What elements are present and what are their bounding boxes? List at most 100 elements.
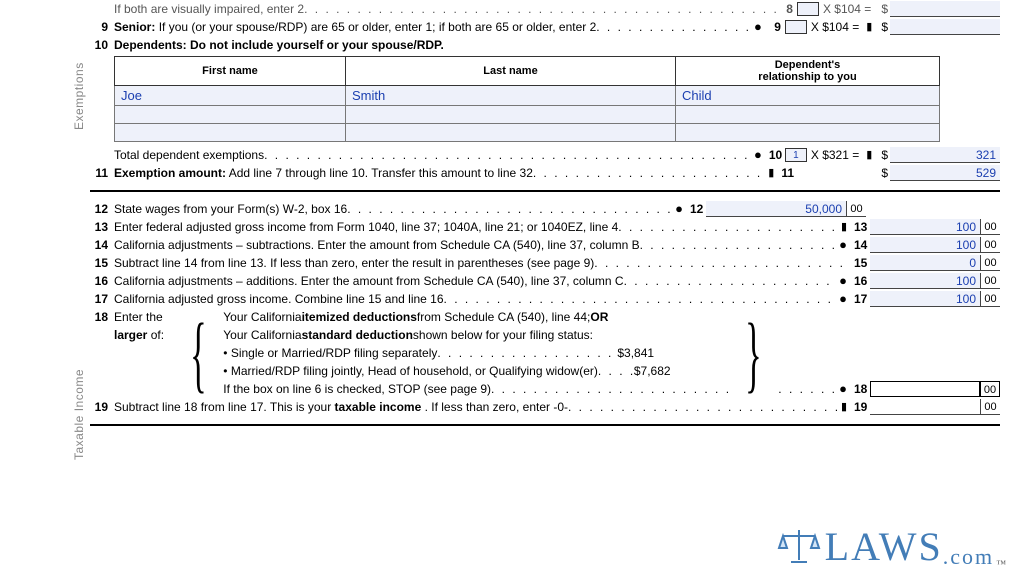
- dots: [596, 18, 751, 36]
- line-10-count-input[interactable]: 1: [785, 148, 807, 162]
- dots: [304, 0, 777, 18]
- dots: [594, 254, 850, 272]
- dollar-sign: $: [875, 18, 890, 36]
- dots: [347, 200, 672, 218]
- line-11-label: Exemption amount:: [114, 166, 226, 180]
- dep-rel-1[interactable]: [676, 106, 940, 124]
- line-9-text: If you (or your spouse/RDP) are 65 or ol…: [159, 20, 597, 34]
- line-13-repeat: 13: [850, 218, 870, 236]
- line-18-left: Enter the larger of:: [114, 308, 176, 344]
- line-8-num: 8: [777, 0, 797, 18]
- line-18-c-text: • Single or Married/RDP filing separatel…: [223, 344, 437, 362]
- watermark-text: LAWS: [825, 523, 943, 570]
- line-16-text: California adjustments – additions. Ente…: [114, 272, 624, 290]
- line-16: 16 California adjustments – additions. E…: [90, 272, 1000, 290]
- scale-icon: [777, 526, 821, 566]
- line-18-cents[interactable]: 00: [980, 381, 1000, 397]
- line-10: 10 Dependents: Do not include yourself o…: [90, 36, 1000, 54]
- line-17: 17 California adjusted gross income. Com…: [90, 290, 1000, 308]
- line-19-cents[interactable]: 00: [980, 399, 1000, 415]
- line-10-amount[interactable]: 321: [890, 147, 1000, 163]
- line-15-repeat: 15: [850, 254, 870, 272]
- bullet-icon: ●: [836, 380, 850, 398]
- section-divider: [90, 424, 1000, 426]
- dep-last-1[interactable]: [346, 106, 676, 124]
- dollar-sign: $: [875, 146, 890, 164]
- line-18-left1: Enter the: [114, 308, 176, 326]
- dep-last-0[interactable]: Smith: [346, 86, 676, 106]
- line-14-amount[interactable]: 100: [870, 237, 980, 253]
- stop-icon: ▮: [765, 164, 777, 182]
- line-18-b-post: shown below for your filing status:: [413, 326, 593, 344]
- line-9-count-input[interactable]: [785, 20, 807, 34]
- line-12-cents[interactable]: 00: [846, 201, 866, 217]
- line-8-count-input[interactable]: [797, 2, 819, 16]
- line-12-repeat: 12: [686, 200, 706, 218]
- line-18-repeat: 18: [850, 380, 870, 398]
- line-17-repeat: 17: [850, 290, 870, 308]
- line-14-cents[interactable]: 00: [980, 237, 1000, 253]
- line-10-mult: X $321 =: [807, 146, 863, 164]
- line-18-num: 18: [90, 308, 114, 326]
- line-15-text: Subtract line 14 from line 13. If less t…: [114, 254, 594, 272]
- line-18-d-text: • Married/RDP filing jointly, Head of ho…: [223, 362, 598, 380]
- dots: [618, 218, 838, 236]
- brace-left-icon: {: [190, 308, 209, 398]
- table-row: Joe Smith Child: [115, 86, 940, 106]
- line-10-total-text: Total dependent exemptions: [114, 146, 264, 164]
- stop-icon: ▮: [863, 146, 875, 164]
- dep-rel-2[interactable]: [676, 124, 940, 142]
- dep-first-2[interactable]: [115, 124, 346, 142]
- line-8-text: If both are visually impaired, enter 2: [114, 0, 304, 18]
- section-label-taxable: Taxable Income: [72, 369, 86, 460]
- bullet-icon: ●: [672, 200, 686, 218]
- line-19-num: 19: [90, 398, 114, 416]
- line-19-amount[interactable]: [870, 399, 980, 415]
- line-9-mult: X $104 =: [807, 18, 863, 36]
- line-18-left2b: larger: [114, 328, 147, 342]
- stop-icon: ▮: [838, 398, 850, 416]
- dep-rel-0[interactable]: Child: [676, 86, 940, 106]
- line-18-a-pre: Your California: [223, 308, 301, 326]
- dep-last-2[interactable]: [346, 124, 676, 142]
- line-9-label: Senior:: [114, 20, 155, 34]
- line-17-amount[interactable]: 100: [870, 291, 980, 307]
- line-15-amount[interactable]: 0: [870, 255, 980, 271]
- line-18-a-post: from Schedule CA (540), line 44;: [417, 308, 590, 326]
- watermark-tm: ™: [996, 559, 1008, 570]
- dots: [491, 380, 731, 398]
- dots: [264, 146, 751, 164]
- line-18-b-pre: Your California: [223, 326, 301, 344]
- line-17-num: 17: [90, 290, 114, 308]
- dep-first-1[interactable]: [115, 106, 346, 124]
- dep-first-0[interactable]: Joe: [115, 86, 346, 106]
- line-17-text: California adjusted gross income. Combin…: [114, 290, 444, 308]
- line-8-amount[interactable]: [890, 1, 1000, 17]
- line-18: 18 Enter the larger of: { Your Californi…: [90, 308, 1000, 398]
- dots: [437, 344, 617, 362]
- line-13-amount[interactable]: 100: [870, 219, 980, 235]
- line-13-cents[interactable]: 00: [980, 219, 1000, 235]
- line-13-text: Enter federal adjusted gross income from…: [114, 218, 618, 236]
- stop-icon: ▮: [863, 18, 875, 36]
- dots: [533, 164, 765, 182]
- line-9-amount[interactable]: [890, 19, 1000, 35]
- line-15-cents[interactable]: 00: [980, 255, 1000, 271]
- dots: [568, 398, 838, 416]
- line-15-num: 15: [90, 254, 114, 272]
- line-11: 11 Exemption amount: Add line 7 through …: [90, 164, 1000, 182]
- line-8-mult: X $104 =: [819, 0, 875, 18]
- line-11-amount[interactable]: 529: [890, 165, 1000, 181]
- bullet-icon: ●: [836, 236, 850, 254]
- section-label-exemptions: Exemptions: [72, 62, 86, 130]
- line-12-amount[interactable]: 50,000: [706, 201, 846, 217]
- line-19: 19 Subtract line 18 from line 17. This i…: [90, 398, 1000, 416]
- line-16-amount[interactable]: 100: [870, 273, 980, 289]
- line-18-amount[interactable]: [870, 381, 980, 397]
- line-15: 15 Subtract line 14 from line 13. If les…: [90, 254, 1000, 272]
- stop-icon: ▮: [838, 218, 850, 236]
- line-9-num: 9: [90, 18, 114, 36]
- line-16-cents[interactable]: 00: [980, 273, 1000, 289]
- line-17-cents[interactable]: 00: [980, 291, 1000, 307]
- line-9: 9 Senior: If you (or your spouse/RDP) ar…: [90, 18, 1000, 36]
